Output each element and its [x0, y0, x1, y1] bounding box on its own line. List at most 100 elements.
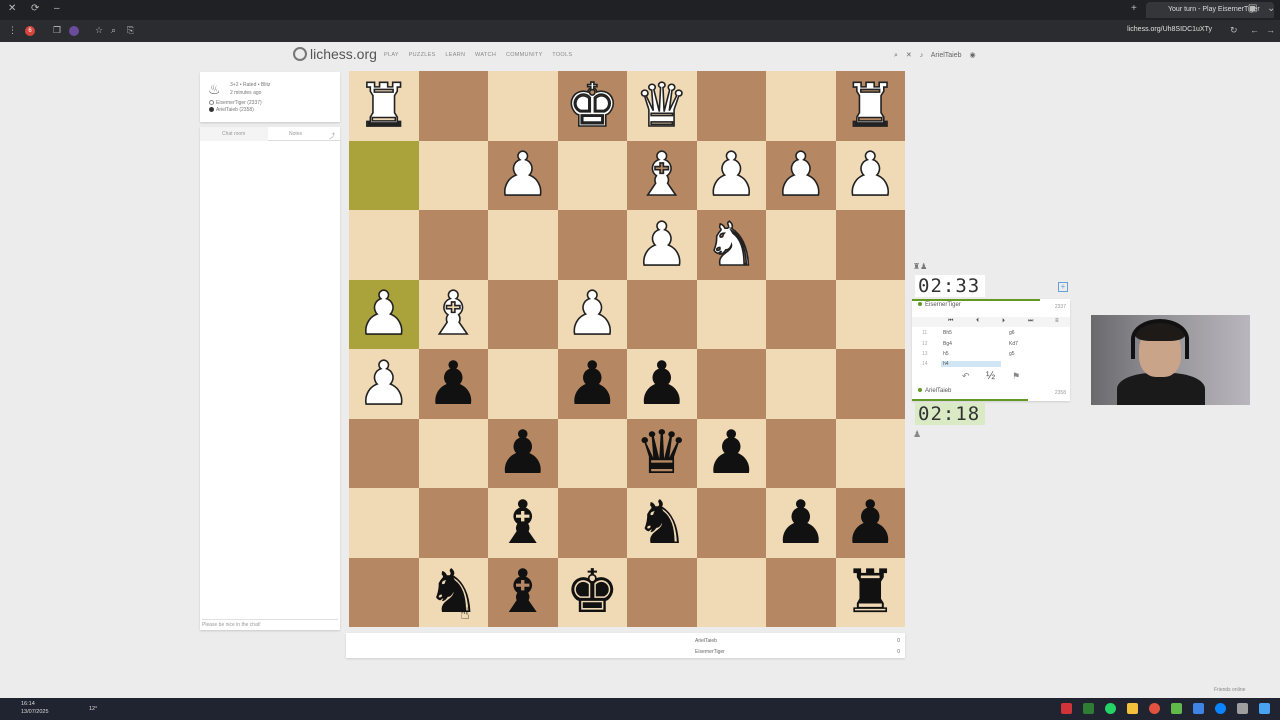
white-pawn-icon[interactable]: ♟: [773, 144, 828, 206]
board-square[interactable]: [835, 210, 905, 280]
board-square[interactable]: [488, 349, 558, 419]
board-square[interactable]: [557, 210, 627, 280]
board-square[interactable]: ♟: [627, 349, 697, 419]
board-square[interactable]: ♝: [627, 140, 697, 210]
white-pawn-icon[interactable]: ♟: [356, 283, 411, 345]
profile-icon[interactable]: [69, 26, 79, 36]
white-pawn-icon[interactable]: ♟: [495, 144, 550, 206]
nav-community[interactable]: COMMUNITY: [506, 52, 543, 58]
menu-icon[interactable]: ≡: [1055, 318, 1059, 324]
board-square[interactable]: ♞: [696, 210, 766, 280]
app-icon[interactable]: [1083, 703, 1094, 714]
board-square[interactable]: [418, 71, 488, 141]
board-square[interactable]: ♟: [557, 279, 627, 349]
resign-flag-icon[interactable]: ⚑: [1012, 371, 1020, 382]
board-square[interactable]: ♟: [488, 418, 558, 488]
app-icon[interactable]: [1061, 703, 1072, 714]
board-square[interactable]: ♜: [835, 557, 905, 627]
white-pawn-icon[interactable]: ♟: [843, 144, 898, 206]
white-rook-icon[interactable]: ♜: [843, 75, 898, 137]
black-player-line[interactable]: ArielTaieb (2358): [209, 107, 254, 113]
black-bishop-icon[interactable]: ♝: [496, 562, 550, 622]
tab-chat-room[interactable]: Chat room: [222, 131, 245, 137]
search-icon[interactable]: ⌕: [894, 52, 898, 59]
next-move-icon[interactable]: ⏵: [1002, 318, 1005, 325]
chat-input[interactable]: Please be nice in the chat!: [202, 619, 338, 628]
board-square[interactable]: [349, 140, 419, 210]
board-square[interactable]: [766, 71, 836, 141]
board-square[interactable]: [627, 279, 697, 349]
tab-notes[interactable]: Notes: [289, 131, 302, 137]
board-square[interactable]: [766, 557, 836, 627]
nav-play[interactable]: PLAY: [384, 52, 399, 58]
prev-move-icon[interactable]: ⏴: [976, 318, 979, 325]
board-square[interactable]: ♝: [418, 279, 488, 349]
whatsapp-icon[interactable]: [1105, 703, 1116, 714]
white-pawn-icon[interactable]: ♟: [565, 283, 620, 345]
chrome-icon[interactable]: [1149, 703, 1160, 714]
board-square[interactable]: ♛: [627, 418, 697, 488]
board-square[interactable]: ♟: [696, 418, 766, 488]
minimize-icon[interactable]: –: [54, 3, 60, 14]
black-knight-icon[interactable]: ♞: [635, 493, 689, 553]
url-field[interactable]: lichess.org/Uh8SIDC1uXTy: [1127, 26, 1212, 33]
extension-icon[interactable]: ▣: [1248, 3, 1257, 14]
notification-badge[interactable]: 6: [25, 26, 35, 36]
board-square[interactable]: [696, 557, 766, 627]
move-white[interactable]: h5: [943, 351, 949, 357]
board-square[interactable]: ♟: [627, 210, 697, 280]
chess-board[interactable]: ♜ ♚ ♛ ♜ ♟ ♝ ♟ ♟ ♟ ♟ ♞ ♟ ♝ ♟ ♟ ♟ ♟ ♟ ♟ ♛ ♟ ♝ ♞ ♟ ♟ ♞ ♝ ♚ ♜: [349, 71, 905, 627]
board-square[interactable]: ♜: [835, 71, 905, 141]
board-square[interactable]: [766, 210, 836, 280]
user-icon[interactable]: ◉: [969, 52, 975, 59]
board-square[interactable]: [835, 418, 905, 488]
takeback-icon[interactable]: ↶: [962, 371, 970, 382]
move-white[interactable]: Bg4: [943, 341, 952, 347]
black-king-icon[interactable]: ♚: [565, 562, 619, 622]
folder-icon[interactable]: [1127, 703, 1138, 714]
board-square[interactable]: [766, 418, 836, 488]
board-square[interactable]: [349, 418, 419, 488]
board-square[interactable]: ♟: [349, 279, 419, 349]
board-square[interactable]: ♟: [349, 349, 419, 419]
board-square[interactable]: [418, 140, 488, 210]
site-logo[interactable]: lichess.org: [293, 46, 377, 62]
board-square[interactable]: ♛: [627, 71, 697, 141]
board-square[interactable]: ♟: [766, 488, 836, 558]
windows-icon[interactable]: [1259, 703, 1270, 714]
share-icon[interactable]: ⎘: [127, 25, 134, 36]
white-king-icon[interactable]: ♚: [565, 75, 620, 137]
black-queen-icon[interactable]: ♛: [635, 423, 689, 483]
white-rook-icon[interactable]: ♜: [356, 75, 411, 137]
board-square[interactable]: [349, 488, 419, 558]
search-icon[interactable]: ⌕: [111, 25, 116, 36]
board-square[interactable]: [557, 140, 627, 210]
board-square[interactable]: [349, 210, 419, 280]
app-icon[interactable]: [1237, 703, 1248, 714]
last-move-icon[interactable]: ⏭: [1028, 318, 1033, 325]
board-square[interactable]: [627, 557, 697, 627]
board-square[interactable]: [418, 488, 488, 558]
board-square[interactable]: ♚: [557, 557, 627, 627]
back-icon[interactable]: ←: [1250, 25, 1259, 35]
board-square[interactable]: [488, 279, 558, 349]
app-icon[interactable]: [1171, 703, 1182, 714]
board-square[interactable]: ♟: [766, 140, 836, 210]
board-square[interactable]: [835, 279, 905, 349]
menu-icon[interactable]: ⋮: [8, 25, 17, 36]
board-square[interactable]: ♟: [835, 488, 905, 558]
close-icon[interactable]: ✕: [906, 52, 912, 59]
chat-toggle-icon[interactable]: ⤴: [329, 131, 335, 140]
forward-icon[interactable]: →: [1266, 25, 1275, 35]
black-rook-icon[interactable]: ♜: [843, 562, 897, 622]
opponent-player-row[interactable]: EisernerTiger 2337: [912, 302, 1070, 314]
friends-online[interactable]: Friends online: [1214, 687, 1245, 693]
move-black[interactable]: Kd7: [1009, 341, 1018, 347]
first-move-icon[interactable]: ⏮: [948, 318, 953, 325]
nav-tools[interactable]: TOOLS: [552, 52, 572, 58]
edge-icon[interactable]: [1215, 703, 1226, 714]
add-time-button[interactable]: +: [1058, 282, 1068, 292]
refresh-icon[interactable]: ⟳: [31, 3, 39, 14]
black-pawn-icon[interactable]: ♟: [496, 423, 550, 483]
black-pawn-icon[interactable]: ♟: [704, 423, 758, 483]
